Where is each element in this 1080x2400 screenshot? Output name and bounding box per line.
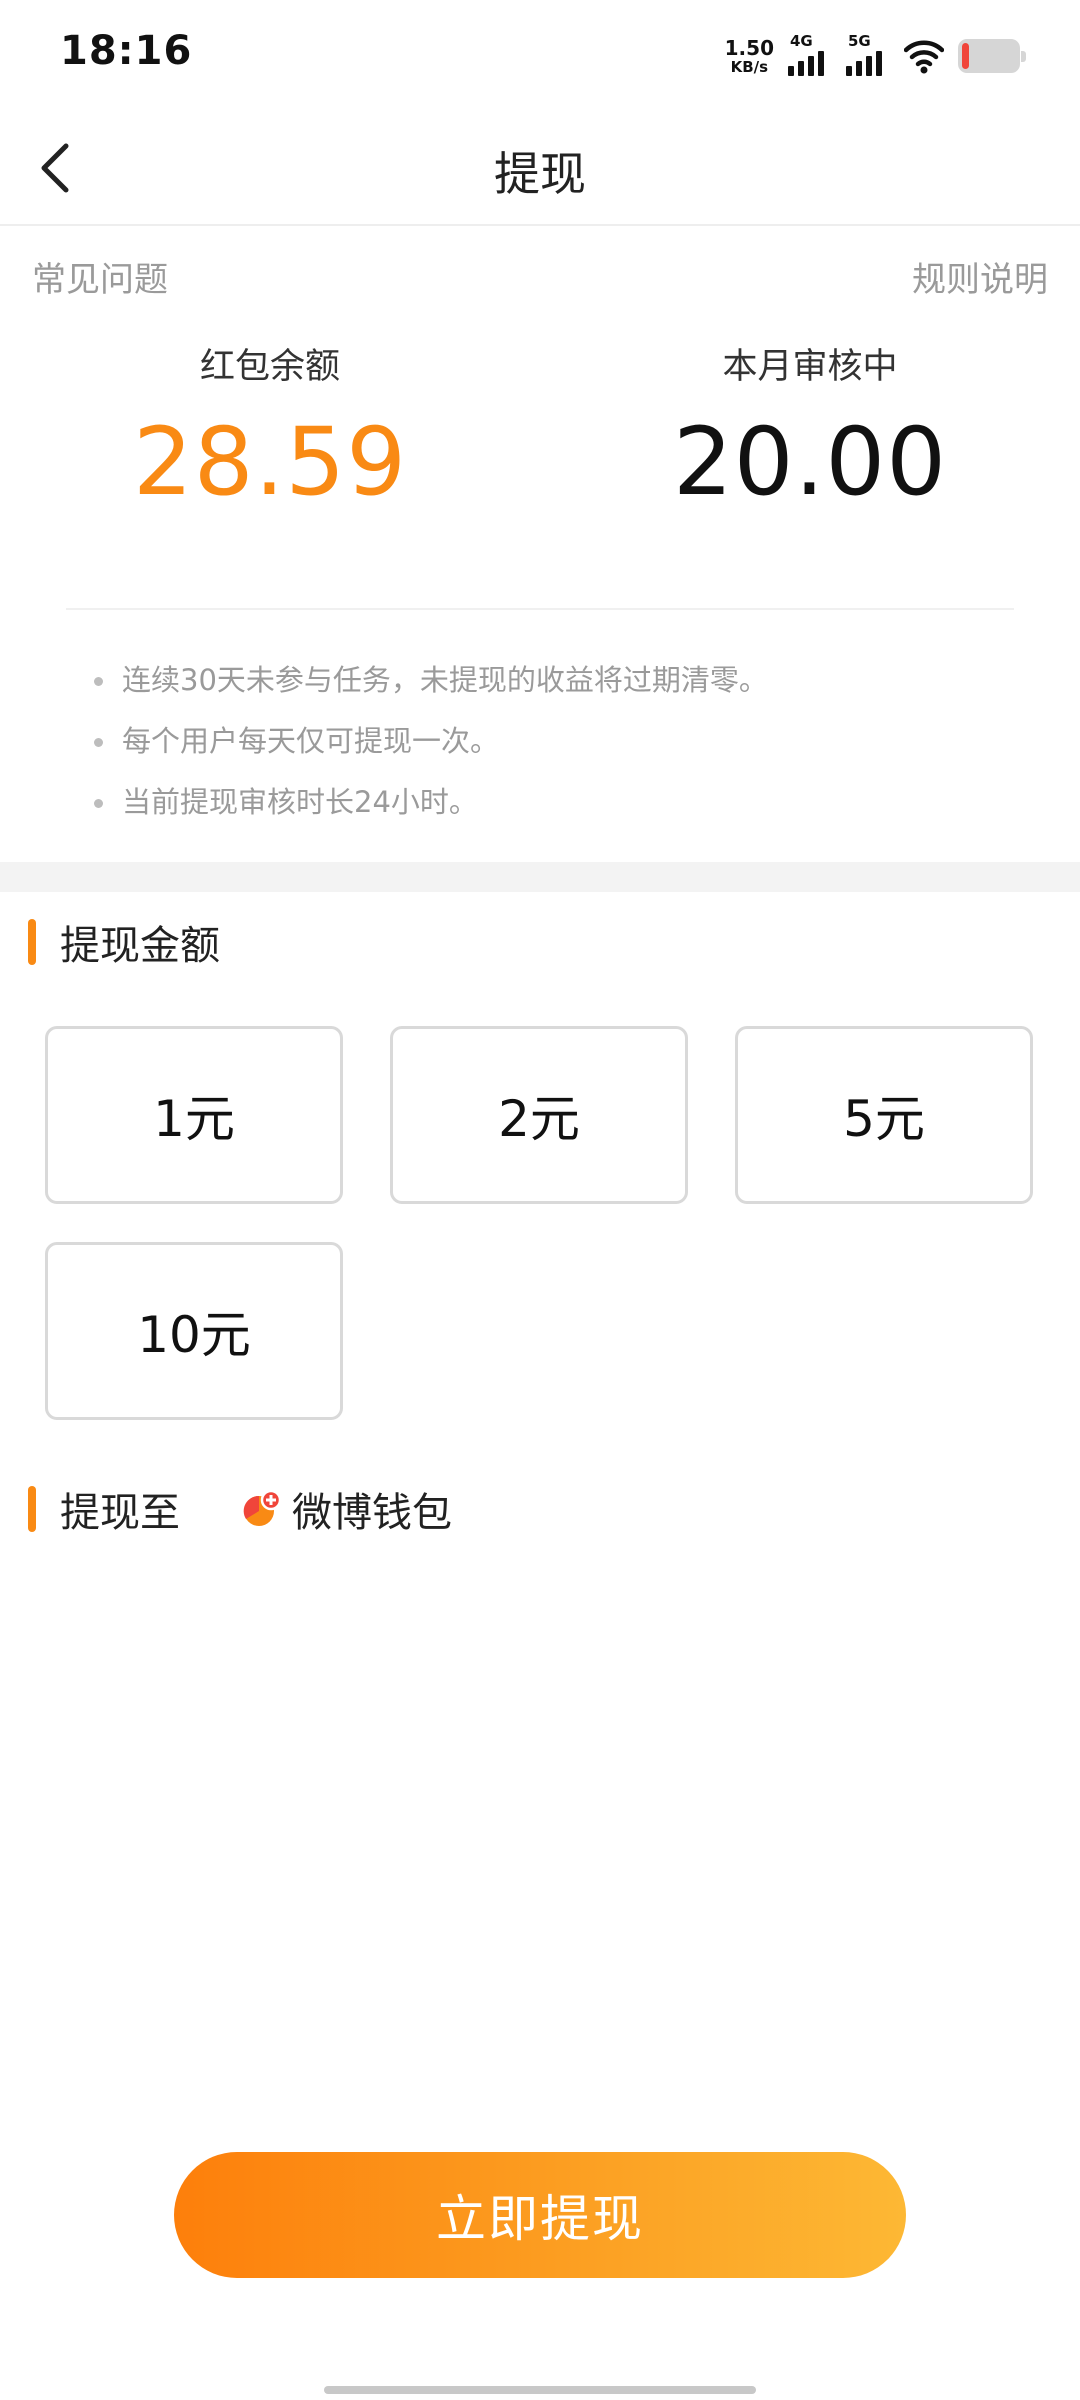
page-title: 提现 <box>494 147 586 201</box>
amount-option-10[interactable]: 10元 <box>45 1242 343 1420</box>
divider <box>66 608 1014 610</box>
wifi-icon <box>904 40 944 74</box>
status-bar: 18:16 1.50 KB/s 4G 5G <box>0 0 1080 112</box>
section-separator <box>0 862 1080 892</box>
signal-4g-label: 4G <box>790 32 813 50</box>
section-accent-bar <box>28 919 36 965</box>
section-accent-bar <box>28 1486 36 1532</box>
nav-bar: 提现 <box>0 112 1080 226</box>
amount-section-header: 提现金额 <box>28 917 220 969</box>
destination-section-header: 提现至 微博钱包 <box>28 1484 452 1536</box>
reviewing-amount: 本月审核中 20.00 <box>540 338 1080 514</box>
amount-option-5[interactable]: 5元 <box>735 1026 1033 1204</box>
faq-link[interactable]: 常见问题 <box>32 252 168 301</box>
reviewing-amount-label: 本月审核中 <box>722 347 898 387</box>
note-item: 连续30天未参与任务，未提现的收益将过期清零。 <box>92 650 768 711</box>
reviewing-amount-value: 20.00 <box>672 408 948 517</box>
battery-icon <box>958 39 1026 73</box>
withdraw-screen: 18:16 1.50 KB/s 4G 5G 提现 常见问题 规则说明 红包余额 … <box>0 0 1080 2400</box>
red-packet-balance: 红包余额 28.59 <box>0 338 540 514</box>
wallet-name: 微博钱包 <box>292 1490 452 1536</box>
signal-4g-icon: 4G <box>788 34 832 78</box>
status-time: 18:16 <box>60 28 193 74</box>
status-icons: 1.50 KB/s 4G 5G <box>725 34 1026 78</box>
withdraw-notes: 连续30天未参与任务，未提现的收益将过期清零。 每个用户每天仅可提现一次。 当前… <box>92 650 768 833</box>
network-speed: 1.50 KB/s <box>725 38 774 75</box>
note-item: 每个用户每天仅可提现一次。 <box>92 711 768 772</box>
weibo-wallet: 微博钱包 <box>242 1480 452 1538</box>
network-speed-unit: KB/s <box>730 57 769 76</box>
red-packet-balance-value: 28.59 <box>132 408 408 517</box>
amount-section-title: 提现金额 <box>60 923 220 969</box>
withdraw-now-button[interactable]: 立即提现 <box>174 2152 906 2278</box>
red-packet-balance-label: 红包余额 <box>199 347 340 387</box>
signal-5g-icon: 5G <box>846 34 890 78</box>
note-item: 当前提现审核时长24小时。 <box>92 772 768 833</box>
network-speed-value: 1.50 <box>724 35 774 60</box>
amount-option-1[interactable]: 1元 <box>45 1026 343 1204</box>
amount-option-2[interactable]: 2元 <box>390 1026 688 1204</box>
weibo-wallet-icon <box>243 1489 282 1526</box>
home-indicator[interactable] <box>324 2386 756 2394</box>
signal-5g-label: 5G <box>848 32 871 50</box>
rules-link[interactable]: 规则说明 <box>912 252 1048 301</box>
destination-section-title: 提现至 <box>60 1490 180 1536</box>
